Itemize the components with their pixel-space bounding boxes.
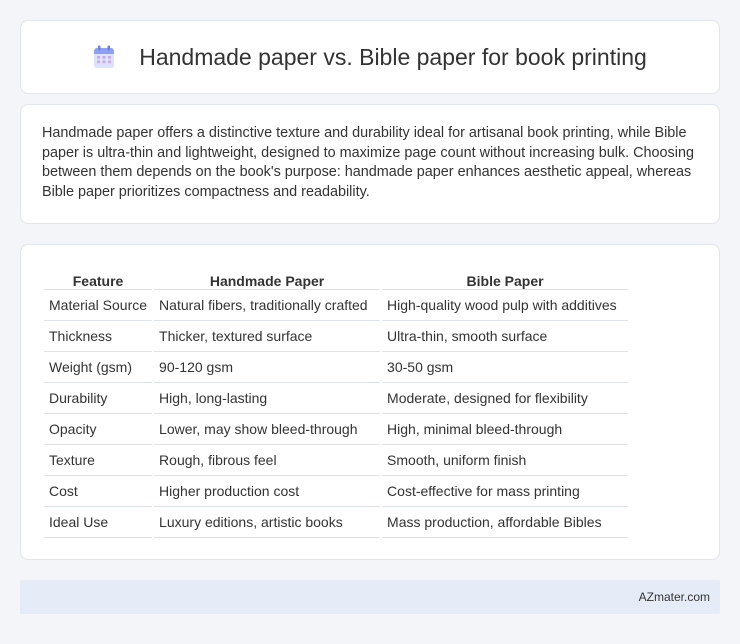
table-row: Cost Higher production cost Cost-effecti… [44, 476, 629, 507]
table-cell-bible: Ultra-thin, smooth surface [382, 321, 629, 352]
table-cell-feature: Cost [44, 476, 153, 507]
table-cell-bible: Mass production, affordable Bibles [382, 507, 629, 538]
table-cell-bible: High-quality wood pulp with additives [382, 290, 629, 321]
footer: AZmater.com [20, 580, 720, 614]
table-cell-feature: Thickness [44, 321, 153, 352]
table-cell-feature: Ideal Use [44, 507, 153, 538]
table-cell-handmade: Thicker, textured surface [154, 321, 381, 352]
summary-text: Handmade paper offers a distinctive text… [42, 125, 694, 200]
table-cell-bible: 30-50 gsm [382, 352, 629, 383]
table-row: Thickness Thicker, textured surface Ultr… [44, 321, 629, 352]
table-cell-handmade: 90-120 gsm [154, 352, 381, 383]
title-card: Handmade paper vs. Bible paper for book … [20, 20, 720, 94]
page: Handmade paper vs. Bible paper for book … [0, 0, 740, 644]
summary-card: Handmade paper offers a distinctive text… [20, 104, 720, 224]
table-cell-feature: Weight (gsm) [44, 352, 153, 383]
table-row: Material Source Natural fibers, traditio… [44, 290, 629, 321]
table-cell-bible: Moderate, designed for flexibility [382, 383, 629, 414]
calendar-icon [93, 45, 115, 69]
table-cell-bible: Cost-effective for mass printing [382, 476, 629, 507]
table-row: Ideal Use Luxury editions, artistic book… [44, 507, 629, 538]
table-cell-bible: Smooth, uniform finish [382, 445, 629, 476]
comparison-table-card: Feature Handmade Paper Bible Paper Mater… [20, 244, 720, 560]
table-row: Weight (gsm) 90-120 gsm 30-50 gsm [44, 352, 629, 383]
column-header-bible-paper: Bible Paper [382, 264, 629, 290]
table-cell-handmade: High, long-lasting [154, 383, 381, 414]
table-row: Opacity Lower, may show bleed-through Hi… [44, 414, 629, 445]
table-header-row: Feature Handmade Paper Bible Paper [44, 264, 629, 290]
column-header-feature: Feature [44, 264, 153, 290]
page-title: Handmade paper vs. Bible paper for book … [139, 43, 647, 70]
table-cell-bible: High, minimal bleed-through [382, 414, 629, 445]
table-cell-handmade: Lower, may show bleed-through [154, 414, 381, 445]
table-cell-handmade: Natural fibers, traditionally crafted [154, 290, 381, 321]
table-row: Durability High, long-lasting Moderate, … [44, 383, 629, 414]
table-cell-feature: Texture [44, 445, 153, 476]
table-cell-feature: Opacity [44, 414, 153, 445]
table-cell-handmade: Luxury editions, artistic books [154, 507, 381, 538]
table-cell-handmade: Rough, fibrous feel [154, 445, 381, 476]
footer-site-link[interactable]: AZmater.com [639, 590, 710, 604]
table-cell-feature: Material Source [44, 290, 153, 321]
column-header-handmade-paper: Handmade Paper [154, 264, 381, 290]
table-row: Texture Rough, fibrous feel Smooth, unif… [44, 445, 629, 476]
comparison-table: Feature Handmade Paper Bible Paper Mater… [42, 264, 630, 538]
table-cell-feature: Durability [44, 383, 153, 414]
table-cell-handmade: Higher production cost [154, 476, 381, 507]
